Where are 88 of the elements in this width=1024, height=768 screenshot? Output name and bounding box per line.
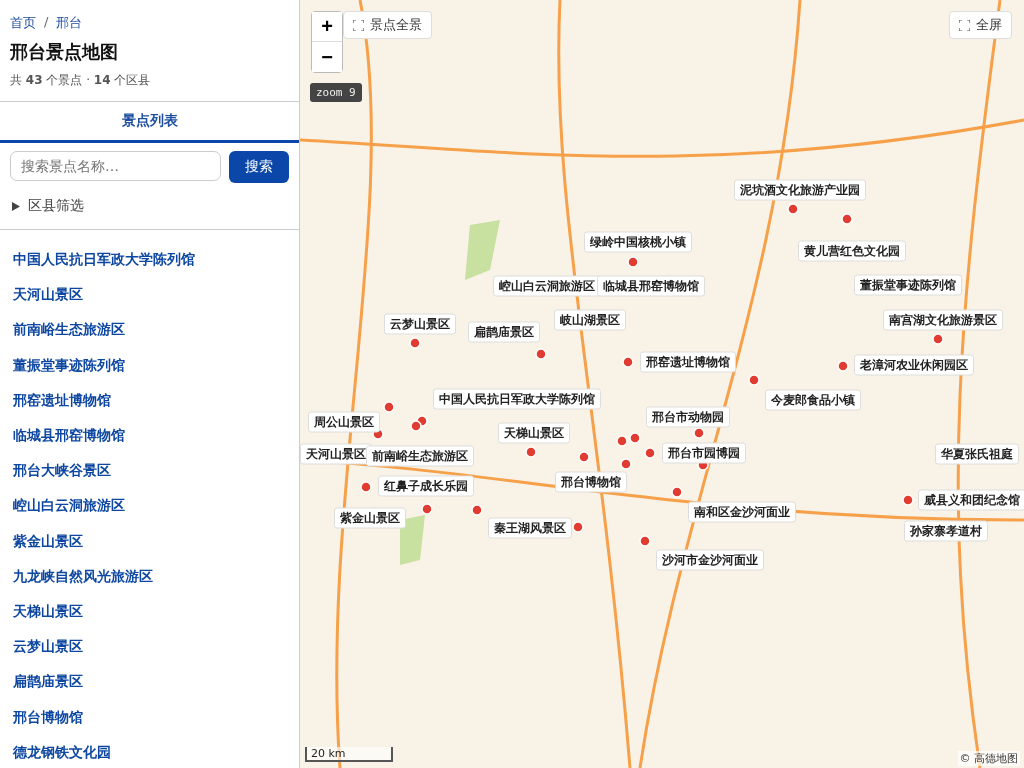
marker-dot-icon[interactable] — [409, 337, 421, 349]
marker-label[interactable]: 邢台市动物园 — [646, 406, 730, 428]
spot-link[interactable]: 天梯山景区 — [13, 594, 286, 630]
marker-label[interactable]: 红鼻子成长乐园 — [378, 475, 474, 497]
marker-dot-icon[interactable] — [748, 374, 760, 386]
fullscreen-icon — [959, 19, 970, 31]
marker-dot-icon[interactable] — [620, 458, 632, 470]
marker-label[interactable]: 老漳河农业休闲园区 — [854, 354, 974, 376]
marker-dot-icon[interactable] — [841, 213, 853, 225]
map-placeholder[interactable] — [300, 0, 1024, 768]
marker-dot-icon[interactable] — [525, 446, 537, 458]
marker-label[interactable]: 泥坑酒文化旅游产业园 — [734, 179, 866, 201]
spot-link[interactable]: 九龙峡自然风光旅游区 — [13, 558, 286, 595]
map-attribution: © 高德地图 — [957, 751, 1020, 766]
spot-link[interactable]: 前南峪生态旅游区 — [13, 312, 286, 348]
marker-dot-icon[interactable] — [932, 333, 944, 345]
marker-label[interactable]: 今麦郎食品小镇 — [765, 389, 861, 411]
spot-link[interactable]: 邢台博物馆 — [13, 699, 286, 735]
park-area — [465, 220, 500, 280]
fullscreen-icon — [353, 19, 364, 31]
marker-dot-icon[interactable] — [627, 256, 639, 268]
marker-label[interactable]: 董振堂事迹陈列馆 — [854, 274, 962, 296]
overview-button[interactable]: 景点全景 — [343, 11, 432, 39]
marker-dot-icon[interactable] — [572, 521, 584, 533]
spot-link[interactable]: 崆山白云洞旅游区 — [13, 488, 286, 524]
marker-label[interactable]: 扁鹊庙景区 — [468, 321, 540, 343]
marker-label[interactable]: 邢台市园博园 — [662, 442, 746, 464]
marker-label[interactable]: 南宫湖文化旅游景区 — [883, 309, 1003, 331]
marker-label[interactable]: 临城县邢窑博物馆 — [597, 275, 705, 297]
marker-dot-icon[interactable] — [383, 401, 395, 413]
scale-bar: 20 km — [305, 747, 393, 762]
marker-dot-icon[interactable] — [410, 420, 422, 432]
spot-link[interactable]: 德龙钢铁文化园 — [13, 734, 286, 768]
spot-link[interactable]: 云梦山景区 — [13, 629, 286, 665]
marker-label[interactable]: 邢台博物馆 — [555, 471, 627, 493]
marker-dot-icon[interactable] — [360, 481, 372, 493]
search-button[interactable]: 搜索 — [229, 151, 289, 183]
marker-dot-icon[interactable] — [787, 203, 799, 215]
spot-link[interactable]: 紫金山景区 — [13, 523, 286, 559]
marker-label[interactable]: 秦王湖风景区 — [488, 517, 572, 539]
marker-dot-icon[interactable] — [578, 451, 590, 463]
marker-dot-icon[interactable] — [644, 447, 656, 459]
park-area — [400, 515, 425, 565]
marker-label[interactable]: 沙河市金沙河面业 — [656, 549, 764, 571]
marker-dot-icon[interactable] — [837, 360, 849, 372]
breadcrumb-link[interactable]: 邢台 — [56, 14, 83, 32]
spot-link[interactable]: 董振堂事迹陈列馆 — [13, 347, 286, 383]
marker-label[interactable]: 华夏张氏祖庭 — [935, 443, 1019, 465]
marker-dot-icon[interactable] — [622, 356, 634, 368]
breadcrumb-separator: / — [44, 14, 49, 31]
marker-dot-icon[interactable] — [671, 486, 683, 498]
spot-link[interactable]: 邢窑遗址博物馆 — [13, 382, 286, 418]
fullscreen-button[interactable]: 全屏 — [949, 11, 1012, 39]
zoom-in-button[interactable]: + — [312, 12, 342, 42]
marker-dot-icon[interactable] — [535, 348, 547, 360]
breadcrumb-link[interactable]: 首页 — [10, 14, 36, 32]
list-tab[interactable]: 景点列表 — [0, 102, 299, 143]
disclosure-triangle-icon[interactable] — [12, 201, 20, 211]
marker-dot-icon[interactable] — [639, 535, 651, 547]
marker-dot-icon[interactable] — [471, 504, 483, 516]
marker-label[interactable]: 绿岭中国核桃小镇 — [584, 231, 692, 253]
spot-link[interactable]: 扁鹊庙景区 — [13, 664, 286, 700]
marker-label[interactable]: 威县义和团纪念馆 — [918, 489, 1024, 511]
marker-dot-icon[interactable] — [693, 427, 705, 439]
search-field[interactable]: 搜索景点名称… — [10, 151, 221, 181]
marker-label[interactable]: 紫金山景区 — [334, 507, 406, 529]
page-title: 邢台景点地图 — [10, 40, 119, 64]
marker-label[interactable]: 孙家寨孝道村 — [904, 520, 988, 542]
marker-label[interactable]: 云梦山景区 — [384, 313, 456, 335]
summary-text: 共 43 个景点 · 14 个区县 — [10, 72, 152, 89]
zoom-level-badge: zoom 9 — [310, 83, 362, 102]
marker-dot-icon[interactable] — [629, 432, 641, 444]
marker-label[interactable]: 前南峪生态旅游区 — [366, 445, 474, 467]
marker-label[interactable]: 南和区金沙河面业 — [688, 501, 796, 523]
spot-link[interactable]: 邢台大峡谷景区 — [13, 453, 286, 489]
marker-label[interactable]: 中国人民抗日军政大学陈列馆 — [433, 388, 601, 410]
spot-link[interactable]: 临城县邢窑博物馆 — [13, 418, 286, 454]
spot-link[interactable]: 中国人民抗日军政大学陈列馆 — [13, 242, 286, 278]
marker-dot-icon[interactable] — [616, 435, 628, 447]
spot-link[interactable]: 天河山景区 — [13, 277, 286, 313]
marker-dot-icon[interactable] — [902, 494, 914, 506]
marker-label[interactable]: 邢窑遗址博物馆 — [640, 351, 736, 373]
marker-label[interactable]: 黄儿营红色文化园 — [798, 240, 906, 262]
marker-label[interactable]: 岐山湖景区 — [554, 309, 626, 331]
marker-label[interactable]: 天梯山景区 — [498, 422, 570, 444]
filter-toggle[interactable]: 区县筛选 — [28, 197, 84, 215]
marker-dot-icon[interactable] — [421, 503, 433, 515]
marker-label[interactable]: 周公山景区 — [308, 411, 380, 433]
